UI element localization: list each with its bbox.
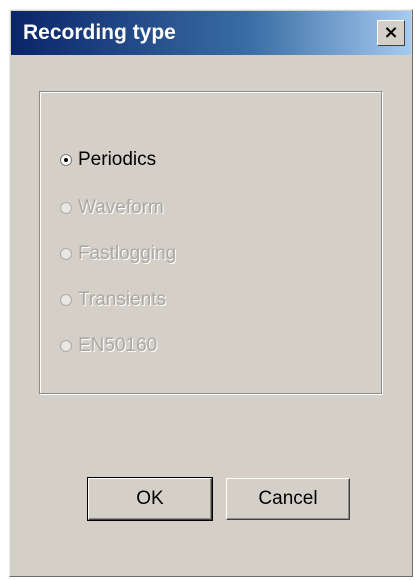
dialog-title: Recording type: [23, 21, 176, 44]
radio-label-transients: Transients: [78, 289, 166, 310]
cancel-button[interactable]: Cancel: [226, 478, 350, 520]
radio-button-icon: [60, 294, 72, 306]
radio-label-en50160: EN50160: [78, 335, 158, 356]
radio-fastlogging: Fastlogging: [60, 242, 176, 266]
radio-label-periodics: Periodics: [78, 149, 157, 170]
recording-type-dialog: Recording type × Periodics Waveform Fast…: [9, 9, 413, 577]
radio-waveform: Waveform: [60, 196, 164, 220]
radio-en50160: EN50160: [60, 334, 157, 358]
ok-button[interactable]: OK: [87, 477, 213, 521]
radio-label-waveform: Waveform: [78, 197, 164, 218]
radio-button-selected-icon[interactable]: [60, 154, 72, 166]
radio-label-fastlogging: Fastlogging: [78, 243, 177, 264]
title-bar[interactable]: Recording type ×: [11, 11, 411, 55]
radio-button-icon: [60, 340, 72, 352]
radio-transients: Transients: [60, 288, 166, 312]
radio-button-icon: [60, 202, 72, 214]
radio-periodics[interactable]: Periodics: [60, 148, 156, 172]
close-icon: ×: [383, 21, 399, 43]
close-button[interactable]: ×: [377, 20, 405, 46]
radio-button-icon: [60, 248, 72, 260]
